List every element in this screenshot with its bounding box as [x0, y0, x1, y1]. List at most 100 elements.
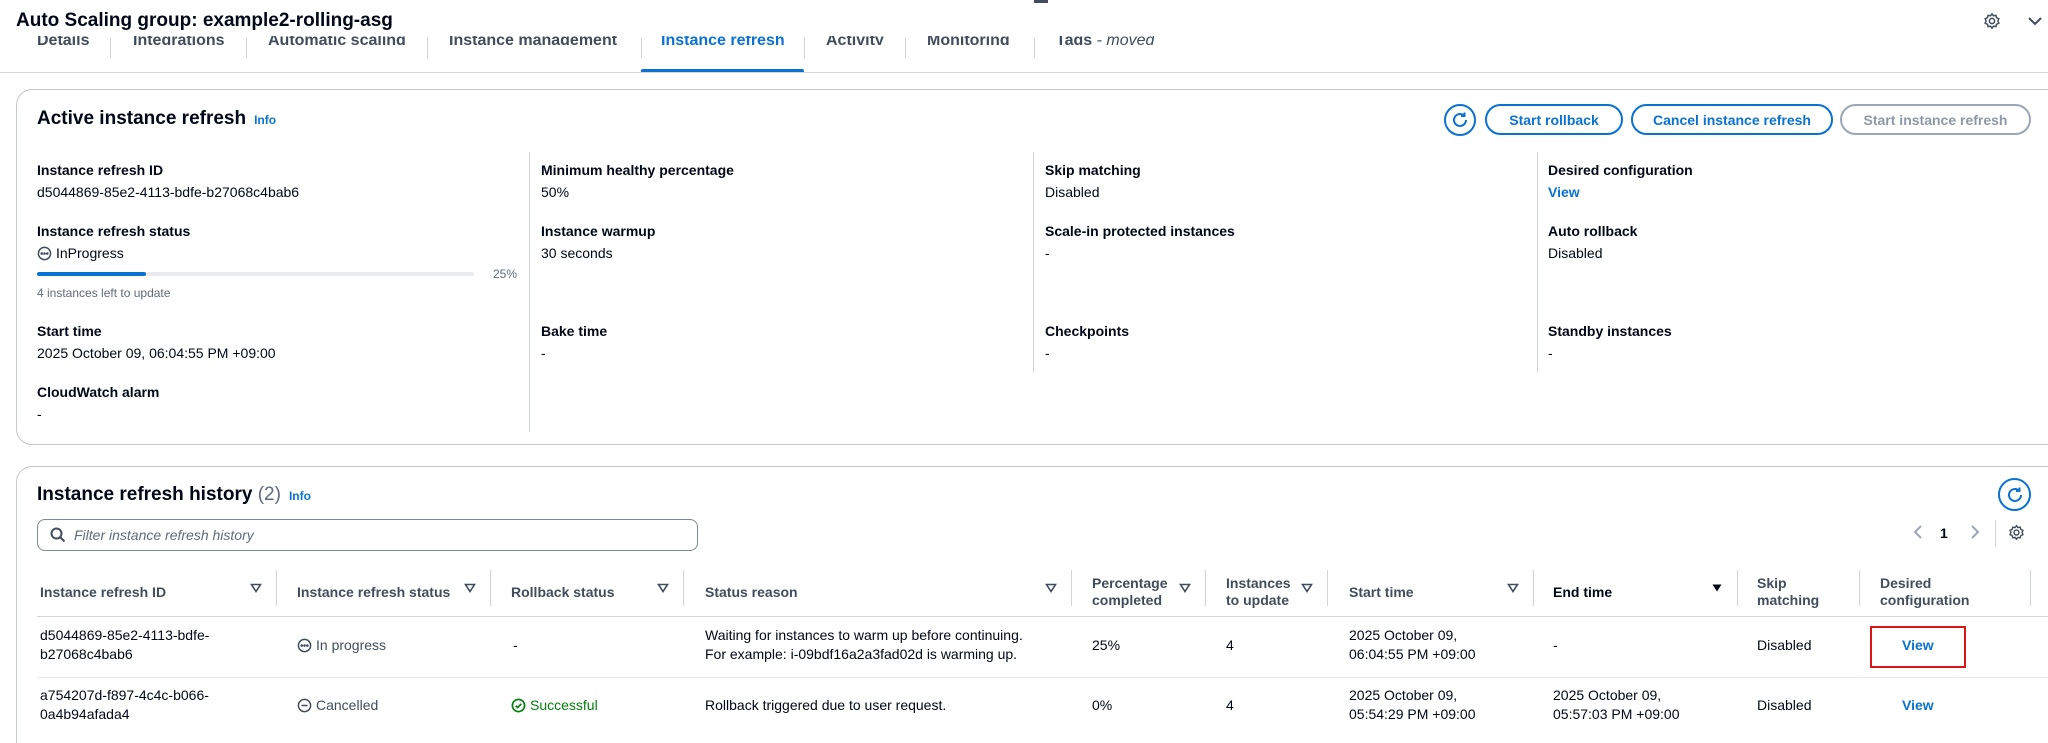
sort-icon[interactable]	[1507, 582, 1519, 594]
highlight-box	[1870, 626, 1966, 668]
column-header-refresh-id[interactable]: Instance refresh ID	[40, 568, 166, 616]
table-row-2-status: Cancelled	[297, 696, 378, 715]
sort-icon[interactable]	[250, 582, 262, 594]
column-header-rollback-status[interactable]: Rollback status	[511, 568, 614, 616]
column-divider	[1533, 570, 1534, 606]
tab-activity[interactable]: Activity	[826, 36, 884, 72]
table-row-1-id: d5044869-85e2-4113-bdfe- b27068c4bab6	[40, 626, 209, 664]
table-row-2-id: a754207d-f897-4c4c-b066- 0a4b94afada4	[40, 686, 209, 724]
tab-bar: Details Integrations Automatic scaling I…	[0, 36, 2048, 73]
scale-in-protected-label: Scale-in protected instances	[1045, 223, 1235, 239]
column-header-end-time[interactable]: End time	[1553, 568, 1612, 616]
status-text: In progress	[316, 637, 387, 653]
reason-line: For example: i-09bdf16a2a3fad02d is warm…	[705, 646, 1018, 662]
tab-instance-management[interactable]: Instance management	[449, 36, 617, 72]
tab-details[interactable]: Details	[37, 36, 89, 72]
progress-percent: 25%	[493, 267, 518, 281]
chevron-down-icon[interactable]	[2027, 13, 2043, 29]
auto-rollback-value: Disabled	[1548, 245, 1603, 261]
id-line: d5044869-85e2-4113-bdfe-	[40, 627, 210, 643]
table-row-2-end-time: 2025 October 09, 05:57:03 PM +09:00	[1553, 686, 1680, 724]
sort-icon[interactable]	[464, 582, 476, 594]
info-link[interactable]: Info	[254, 113, 276, 127]
instance-warmup-label: Instance warmup	[541, 223, 656, 239]
progress-bar	[37, 272, 474, 276]
info-link[interactable]: Info	[289, 489, 311, 503]
page-title: Auto Scaling group: example2-rolling-asg	[16, 10, 393, 31]
column-divider	[1205, 570, 1206, 606]
table-header-divider	[37, 616, 2048, 617]
tab-automatic-scaling[interactable]: Automatic scaling	[268, 36, 406, 72]
bake-time-label: Bake time	[541, 323, 608, 339]
sort-icon[interactable]	[657, 582, 669, 594]
scale-in-protected-value: -	[1045, 245, 1050, 261]
id-line: 0a4b94afada4	[40, 706, 130, 722]
column-divider	[1033, 152, 1034, 372]
column-divider	[1071, 570, 1072, 606]
column-header-refresh-status[interactable]: Instance refresh status	[297, 568, 450, 616]
checkpoints-field: Checkpoints -	[1045, 322, 1129, 362]
tab-instance-refresh[interactable]: Instance refresh	[661, 36, 785, 72]
chevron-left-icon[interactable]	[1911, 524, 1925, 540]
desired-configuration-label: Desired configuration	[1548, 162, 1693, 178]
table-row-divider	[37, 677, 2048, 678]
search-icon	[50, 527, 66, 543]
tab-tags[interactable]: Tags - moved	[1056, 36, 1154, 72]
table-row-2-instances: 4	[1226, 697, 1234, 713]
refresh-id-value: d5044869-85e2-4113-bdfe-b27068c4bab6	[37, 184, 300, 200]
pager-divider	[1995, 520, 1996, 546]
bake-time-value: -	[541, 345, 546, 361]
start-time-field: Start time 2025 October 09, 06:04:55 PM …	[37, 322, 276, 362]
refresh-status-label: Instance refresh status	[37, 223, 191, 239]
cancel-instance-refresh-button[interactable]: Cancel instance refresh	[1631, 104, 1833, 135]
gear-icon[interactable]	[2008, 524, 2025, 541]
column-header-status-reason[interactable]: Status reason	[705, 568, 798, 616]
tab-integrations[interactable]: Integrations	[133, 36, 225, 72]
table-row-1-start-time: 2025 October 09, 06:04:55 PM +09:00	[1349, 626, 1476, 664]
cloudwatch-alarm-field: CloudWatch alarm -	[37, 383, 159, 423]
standby-instances-value: -	[1548, 345, 1553, 361]
table-row-1-end-time: -	[1553, 637, 1558, 653]
standby-instances-field: Standby instances -	[1548, 322, 1672, 362]
sort-icon[interactable]	[1045, 582, 1057, 594]
sort-icon[interactable]	[1179, 582, 1191, 594]
refresh-id-label: Instance refresh ID	[37, 162, 164, 178]
cloudwatch-alarm-value: -	[37, 406, 42, 422]
tab-monitoring[interactable]: Monitoring	[927, 36, 1010, 72]
auto-rollback-label: Auto rollback	[1548, 223, 1638, 239]
table-row-2-reason: Rollback triggered due to user request.	[705, 697, 947, 713]
end-time-line: 05:57:03 PM +09:00	[1553, 706, 1680, 722]
start-instance-refresh-button[interactable]: Start instance refresh	[1840, 104, 2031, 135]
tab-divider	[110, 38, 111, 58]
column-header-percentage[interactable]: Percentage completed	[1092, 568, 1167, 616]
chevron-right-icon[interactable]	[1968, 524, 1982, 540]
column-header-line: Skip	[1757, 575, 1787, 591]
column-divider	[1327, 570, 1328, 606]
skip-matching-field: Skip matching Disabled	[1045, 161, 1141, 201]
in-progress-icon	[297, 638, 312, 653]
refresh-status-value: InProgress	[37, 244, 190, 262]
filter-search-box[interactable]	[37, 519, 698, 551]
column-header-instances[interactable]: Instances to update	[1226, 568, 1291, 616]
min-healthy-field: Minimum healthy percentage 50%	[541, 161, 734, 201]
refresh-history-button[interactable]	[1998, 478, 2031, 511]
progress-bar-fill	[37, 272, 147, 276]
page-number[interactable]: 1	[1940, 525, 1948, 541]
gear-icon[interactable]	[1983, 12, 2001, 30]
refresh-button[interactable]	[1444, 104, 1476, 136]
skip-matching-value: Disabled	[1045, 184, 1100, 200]
table-row-1-skip-matching: Disabled	[1757, 637, 1812, 653]
column-divider	[490, 570, 491, 606]
start-rollback-button[interactable]: Start rollback	[1485, 104, 1623, 135]
column-header-start-time[interactable]: Start time	[1349, 568, 1414, 616]
sort-icon[interactable]	[1301, 582, 1313, 594]
column-divider	[1859, 570, 1860, 606]
tab-divider	[246, 38, 247, 58]
id-line: a754207d-f897-4c4c-b066-	[40, 687, 209, 703]
sort-descending-icon[interactable]	[1711, 582, 1723, 594]
desired-configuration-view-link[interactable]: View	[1548, 183, 1693, 201]
filter-input[interactable]	[74, 527, 674, 543]
column-header-line: Instances	[1226, 575, 1291, 591]
start-time-label: Start time	[37, 323, 102, 339]
table-row-2-view-link[interactable]: View	[1902, 696, 1934, 715]
